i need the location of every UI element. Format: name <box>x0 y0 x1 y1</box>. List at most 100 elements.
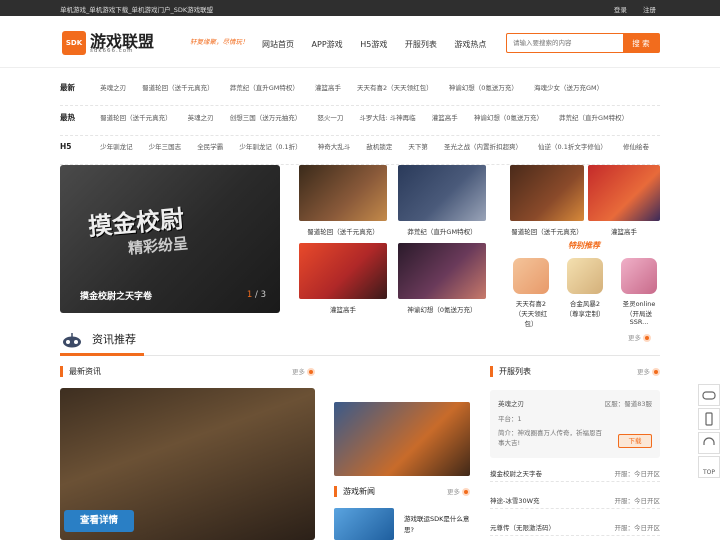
game-thumbnail[interactable] <box>299 243 387 299</box>
tag-link[interactable]: 全民学霸 <box>197 143 223 151</box>
latest-news-image[interactable]: 查看详情 <box>60 388 315 540</box>
tag-link[interactable]: 天下第 <box>408 143 428 151</box>
game-thumbnail[interactable] <box>299 165 387 221</box>
recommend-item[interactable]: 圣灵online（开局送SSR... <box>618 258 660 326</box>
search-input[interactable] <box>507 34 625 52</box>
banner-subtitle-art: 精彩纷呈 <box>127 234 189 258</box>
tag-link[interactable]: 莽荒纪（直升GM特权） <box>559 114 628 122</box>
logo-badge[interactable]: SDK <box>62 31 86 55</box>
login-link[interactable]: 登录 <box>614 6 627 14</box>
banner-pager: 1 / 3 <box>247 290 266 300</box>
tag-link[interactable]: 敌机锁定 <box>366 143 392 151</box>
game-news-more[interactable]: 更多 <box>447 486 470 496</box>
more-arrow-icon <box>652 367 660 376</box>
latest-news-more[interactable]: 更多 <box>292 366 315 376</box>
tag-link[interactable]: 怒火一刀 <box>317 114 343 122</box>
game-news-image[interactable] <box>334 402 470 476</box>
more-link[interactable]: 更多 <box>292 368 305 376</box>
tag-link[interactable]: 海魂少女（送万充GM） <box>534 84 603 92</box>
tag-link[interactable]: 蜀道轮回（送千元真充） <box>100 114 172 122</box>
header-accent-bar <box>490 366 493 377</box>
tag-link[interactable]: 莽荒纪（直升GM特权） <box>230 84 299 92</box>
tag-link[interactable]: 神奇大乱斗 <box>318 143 351 151</box>
server-featured: 英魂之刃 区服：蜀道83服 平台：1 简介：神戏圈喜万人传奇，祈福恩百事大吉! … <box>490 390 660 458</box>
server-game-name[interactable]: 英魂之刃 <box>498 398 524 408</box>
nav-game-news[interactable]: 游戏热点 <box>454 40 486 49</box>
server-row-time: 开服：今日开区 <box>614 470 661 478</box>
tag-link[interactable]: 少年驯龙记 <box>100 143 133 151</box>
game-thumbnail[interactable] <box>398 165 486 221</box>
game-name[interactable]: 蜀道轮回（送千元真充） <box>510 226 584 236</box>
side-support-button[interactable] <box>698 432 720 454</box>
banner-carousel[interactable]: 摸金校尉 精彩纷呈 摸金校尉之天字卷 1 / 3 <box>60 165 280 313</box>
recommend-name[interactable]: 圣灵online（开局送SSR... <box>618 298 660 326</box>
tag-link[interactable]: 神谕幻想（0氪送万充） <box>474 114 543 122</box>
more-arrow-icon <box>462 487 470 496</box>
back-to-top-button[interactable]: TOP <box>698 456 720 478</box>
download-button[interactable]: 下载 <box>618 434 652 448</box>
banner-caption[interactable]: 摸金校尉之天字卷 <box>80 289 152 302</box>
register-link[interactable]: 注册 <box>643 6 656 14</box>
tag-link[interactable]: 仙逆（0.1折文字修仙） <box>538 143 607 151</box>
nav-server-list[interactable]: 开服列表 <box>405 40 437 49</box>
game-name[interactable]: 莽荒纪（直升GM特权） <box>398 226 486 236</box>
tag-link[interactable]: 少年三国志 <box>149 143 182 151</box>
tag-link[interactable]: 灌篮高手 <box>432 114 458 122</box>
server-zone: 区服：蜀道83服 <box>604 400 652 408</box>
more-link[interactable]: 更多 <box>447 488 460 496</box>
game-thumbnail[interactable] <box>510 165 584 221</box>
tag-link[interactable]: 斗罗大陆: 斗神再临 <box>359 114 415 122</box>
game-card[interactable]: 蜀道轮回（送千元真充） <box>299 165 387 236</box>
news-section-header: 资讯推荐 <box>60 328 660 356</box>
tag-link[interactable]: 英魂之刃 <box>100 84 126 92</box>
nav-app-games[interactable]: APP游戏 <box>312 40 343 49</box>
server-row-game[interactable]: 元尊传（无限激活码） <box>490 522 555 532</box>
game-icon[interactable] <box>513 258 549 294</box>
recommend-name[interactable]: 天天有喜2（天天领红包） <box>510 298 552 328</box>
news-thumbnail[interactable] <box>334 508 394 540</box>
game-card[interactable]: 灌篮高手 <box>588 165 660 236</box>
server-row-game[interactable]: 神途-冰雪30W充 <box>490 495 540 505</box>
tag-link[interactable]: 英魂之刃 <box>188 114 214 122</box>
server-row-game[interactable]: 摸金校尉之天字卷 <box>490 468 542 478</box>
server-list-more[interactable]: 更多 <box>637 366 660 376</box>
tag-link[interactable]: 圣光之战（内置折扣超爽） <box>444 143 522 151</box>
server-row[interactable]: 神途-冰雪30W充 开服：今日开区 <box>490 493 660 509</box>
nav-home[interactable]: 网站首页 <box>262 40 294 49</box>
tag-link[interactable]: 创想三国（送万元抽充） <box>230 114 302 122</box>
server-row-time: 开服：今日开区 <box>614 524 661 532</box>
recommend-item[interactable]: 天天有喜2（天天领红包） <box>510 258 552 328</box>
game-name[interactable]: 灌篮高手 <box>299 304 387 314</box>
game-name[interactable]: 蜀道轮回（送千元真充） <box>299 226 387 236</box>
game-card[interactable]: 蜀道轮回（送千元真充） <box>510 165 598 236</box>
server-row[interactable]: 元尊传（无限激活码） 开服：今日开区 <box>490 520 660 536</box>
server-intro: 简介：神戏圈喜万人传奇，祈福恩百事大吉! <box>498 429 602 447</box>
game-card[interactable]: 灌篮高手 <box>299 243 387 314</box>
side-phone-button[interactable] <box>698 408 720 430</box>
recommend-item[interactable]: 合金风暴2（尊享定制） <box>564 258 606 318</box>
view-details-button[interactable]: 查看详情 <box>64 510 134 532</box>
news-item-title[interactable]: 游戏联运SDK是什么意思? <box>404 514 474 536</box>
tag-link[interactable]: 天天有喜2（天天领红包） <box>357 84 433 92</box>
recommend-name[interactable]: 合金风暴2（尊享定制） <box>564 298 606 318</box>
game-name[interactable]: 神谕幻想（0氪送万充） <box>398 304 486 314</box>
tag-link[interactable]: 少年驯龙记（0.1折） <box>239 143 301 151</box>
banner-page-total: / 3 <box>255 290 266 300</box>
tag-link[interactable]: 蜀道轮回（送千元真充） <box>142 84 214 92</box>
game-thumbnail[interactable] <box>588 165 660 221</box>
search-button[interactable]: 搜 索 <box>623 34 659 52</box>
tag-link[interactable]: 修仙绘卷 <box>623 143 649 151</box>
gamepad-icon <box>63 333 81 348</box>
game-name[interactable]: 灌篮高手 <box>588 226 660 236</box>
nav-h5-games[interactable]: H5游戏 <box>360 40 387 49</box>
game-thumbnail[interactable] <box>398 243 486 299</box>
server-row[interactable]: 摸金校尉之天字卷 开服：今日开区 <box>490 466 660 482</box>
game-icon[interactable] <box>567 258 603 294</box>
game-icon[interactable] <box>621 258 657 294</box>
tag-link[interactable]: 灌篮高手 <box>315 84 341 92</box>
more-link[interactable]: 更多 <box>637 368 650 376</box>
game-card[interactable]: 神谕幻想（0氪送万充） <box>398 243 486 314</box>
game-card[interactable]: 莽荒纪（直升GM特权） <box>398 165 486 236</box>
side-gamepad-button[interactable] <box>698 384 720 406</box>
tag-link[interactable]: 神谕幻想（0氪送万充） <box>449 84 518 92</box>
